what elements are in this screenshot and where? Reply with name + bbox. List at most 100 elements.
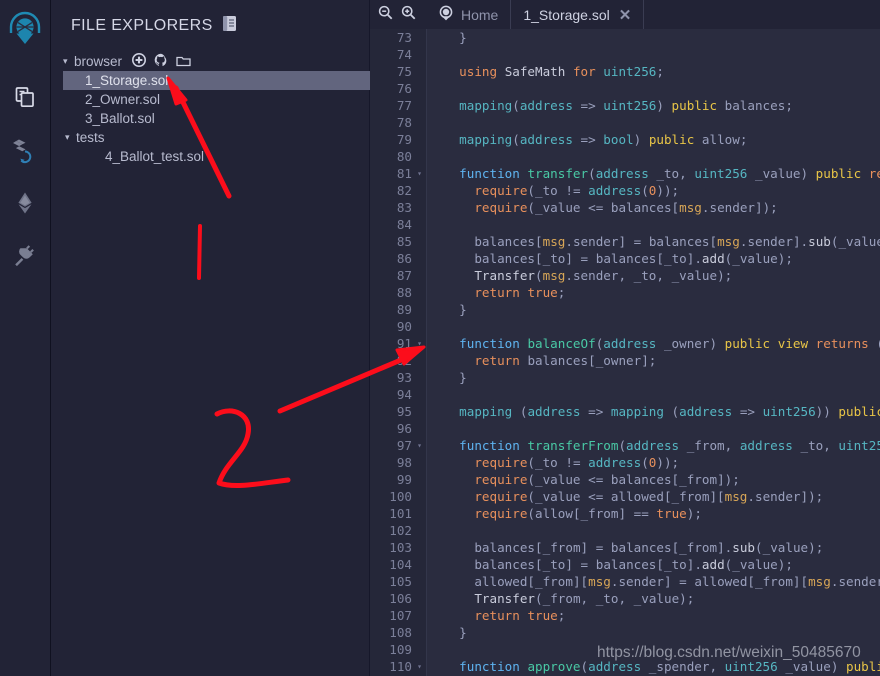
line-number: 97 xyxy=(396,438,412,453)
code-line-text: } xyxy=(459,30,467,45)
create-new-file-icon[interactable] xyxy=(132,53,147,70)
code-line-text: function approve(address _spender, uint2… xyxy=(459,659,880,674)
code-line-text: balances[msg.sender] = balances[msg.send… xyxy=(474,234,880,249)
code-line-text: } xyxy=(459,302,467,317)
code-line-text: mapping(address => uint256) public balan… xyxy=(459,98,793,113)
tree-folder-label: tests xyxy=(76,130,105,145)
code-line-text: balances[_to] = balances[_to].add(_value… xyxy=(474,251,793,266)
line-number: 86 xyxy=(396,251,412,266)
code-line: 108 } xyxy=(370,624,880,641)
code-line-text: return true; xyxy=(474,608,566,623)
code-line: 107 return true; xyxy=(370,607,880,624)
zoom-in-icon[interactable] xyxy=(401,5,416,25)
line-number: 89 xyxy=(396,302,412,317)
line-number: 75 xyxy=(396,64,412,79)
code-line: 89 } xyxy=(370,301,880,318)
code-line-text: require(_value <= balances[_from]); xyxy=(474,472,740,487)
code-line: 103 balances[_from] = balances[_from].su… xyxy=(370,539,880,556)
code-line-text: allowed[_from][msg.sender] = allowed[_fr… xyxy=(474,574,880,589)
line-number: 95 xyxy=(396,404,412,419)
line-number: 92 xyxy=(396,353,412,368)
line-number: 94 xyxy=(396,387,412,402)
sidebar-item-solidity-compiler[interactable] xyxy=(3,127,47,173)
code-line: 110 ▾ function approve(address _spender, … xyxy=(370,658,880,675)
fold-toggle-icon[interactable]: ▾ xyxy=(412,437,427,454)
line-number: 109 xyxy=(389,642,412,657)
line-number: 110 xyxy=(389,659,412,674)
line-number: 88 xyxy=(396,285,412,300)
code-line: 73 } xyxy=(370,29,880,46)
code-line: 99 require(_value <= balances[_from]); xyxy=(370,471,880,488)
line-number: 102 xyxy=(389,523,412,538)
code-line: 82 require(_to != address(0)); xyxy=(370,182,880,199)
code-line: 109 xyxy=(370,641,880,658)
tab-label: Home xyxy=(461,6,499,23)
code-line: 77 mapping(address => uint256) public ba… xyxy=(370,97,880,114)
tab-label: 1_Storage.sol xyxy=(523,6,610,23)
open-folder-icon[interactable] xyxy=(176,54,191,70)
remix-logo xyxy=(3,8,47,52)
line-number: 84 xyxy=(396,217,412,232)
file-panel-icon[interactable] xyxy=(222,15,237,37)
code-editor[interactable]: 73 } 74 75 using SafeMath for uint256; 76 77… xyxy=(370,29,880,676)
code-line-text: } xyxy=(459,370,467,385)
code-line: 104 balances[_to] = balances[_to].add(_v… xyxy=(370,556,880,573)
fold-toggle-icon[interactable]: ▾ xyxy=(412,335,427,352)
line-number: 85 xyxy=(396,234,412,249)
code-lines: 73 } 74 75 using SafeMath for uint256; 76 77… xyxy=(370,29,880,676)
file-tree: ▾ browser 1_Storage.sol 2_Owner.sol 3_Ba… xyxy=(51,52,370,166)
tree-folder-tests[interactable]: ▾ tests xyxy=(63,128,369,147)
code-line: 79 mapping(address => bool) public allow… xyxy=(370,131,880,148)
code-line: 76 xyxy=(370,80,880,97)
code-line: 94 xyxy=(370,386,880,403)
tree-file-4-ballot-test[interactable]: 4_Ballot_test.sol xyxy=(63,147,369,166)
code-line-text: function balanceOf(address _owner) publi… xyxy=(459,336,880,351)
line-number: 100 xyxy=(389,489,412,504)
editor-zoom-controls xyxy=(370,0,426,29)
code-line-text: require(allow[_from] == true); xyxy=(474,506,702,521)
tree-file-1-storage[interactable]: 1_Storage.sol xyxy=(63,71,370,90)
sidebar-item-file-explorers[interactable] xyxy=(3,74,47,120)
editor-pane: Home 1_Storage.sol ✕ 73 } 74 75 using Safe… xyxy=(370,0,880,676)
line-number: 76 xyxy=(396,81,412,96)
line-number: 80 xyxy=(396,149,412,164)
code-line: 95 mapping (address => mapping (address … xyxy=(370,403,880,420)
sidebar-item-deploy-run-transactions[interactable] xyxy=(3,180,47,226)
editor-tabbar: Home 1_Storage.sol ✕ xyxy=(370,0,880,29)
code-line: 81 ▾ function transfer(address _to, uint2… xyxy=(370,165,880,182)
close-icon[interactable]: ✕ xyxy=(619,6,632,24)
code-line: 98 require(_to != address(0)); xyxy=(370,454,880,471)
code-line: 102 xyxy=(370,522,880,539)
tree-root-browser[interactable]: ▾ browser xyxy=(63,52,369,71)
tab-1-storage-sol[interactable]: 1_Storage.sol ✕ xyxy=(511,0,645,29)
code-line: 85 balances[msg.sender] = balances[msg.s… xyxy=(370,233,880,250)
code-line: 83 require(_value <= balances[msg.sender… xyxy=(370,199,880,216)
line-number: 81 xyxy=(396,166,412,181)
line-number: 104 xyxy=(389,557,412,572)
page-title: FILE EXPLORERS xyxy=(71,16,213,34)
code-line: 96 xyxy=(370,420,880,437)
chevron-down-icon[interactable]: ▾ xyxy=(63,57,74,66)
tree-file-2-owner[interactable]: 2_Owner.sol xyxy=(63,90,369,109)
tree-root-label: browser xyxy=(74,54,123,69)
chevron-down-icon[interactable]: ▾ xyxy=(65,133,76,142)
line-number: 105 xyxy=(389,574,412,589)
tree-file-3-ballot[interactable]: 3_Ballot.sol xyxy=(63,109,369,128)
line-number: 73 xyxy=(396,30,412,45)
line-number: 79 xyxy=(396,132,412,147)
code-line: 90 xyxy=(370,318,880,335)
tab-home[interactable]: Home xyxy=(426,0,512,29)
fold-toggle-icon[interactable]: ▾ xyxy=(412,658,427,675)
code-line: 87 Transfer(msg.sender, _to, _value); xyxy=(370,267,880,284)
github-icon[interactable] xyxy=(154,53,168,70)
remix-ide-window: FILE EXPLORERS ▾ browser 1_Storage.sol 2… xyxy=(0,0,880,676)
line-number: 96 xyxy=(396,421,412,436)
code-line-text: balances[_from] = balances[_from].sub(_v… xyxy=(474,540,824,555)
zoom-out-icon[interactable] xyxy=(378,5,393,25)
code-line: 84 xyxy=(370,216,880,233)
line-number: 98 xyxy=(396,455,412,470)
line-number: 74 xyxy=(396,47,412,62)
code-line-text: require(_to != address(0)); xyxy=(474,455,680,470)
sidebar-item-plugin-manager[interactable] xyxy=(3,233,47,279)
fold-toggle-icon[interactable]: ▾ xyxy=(412,165,427,182)
